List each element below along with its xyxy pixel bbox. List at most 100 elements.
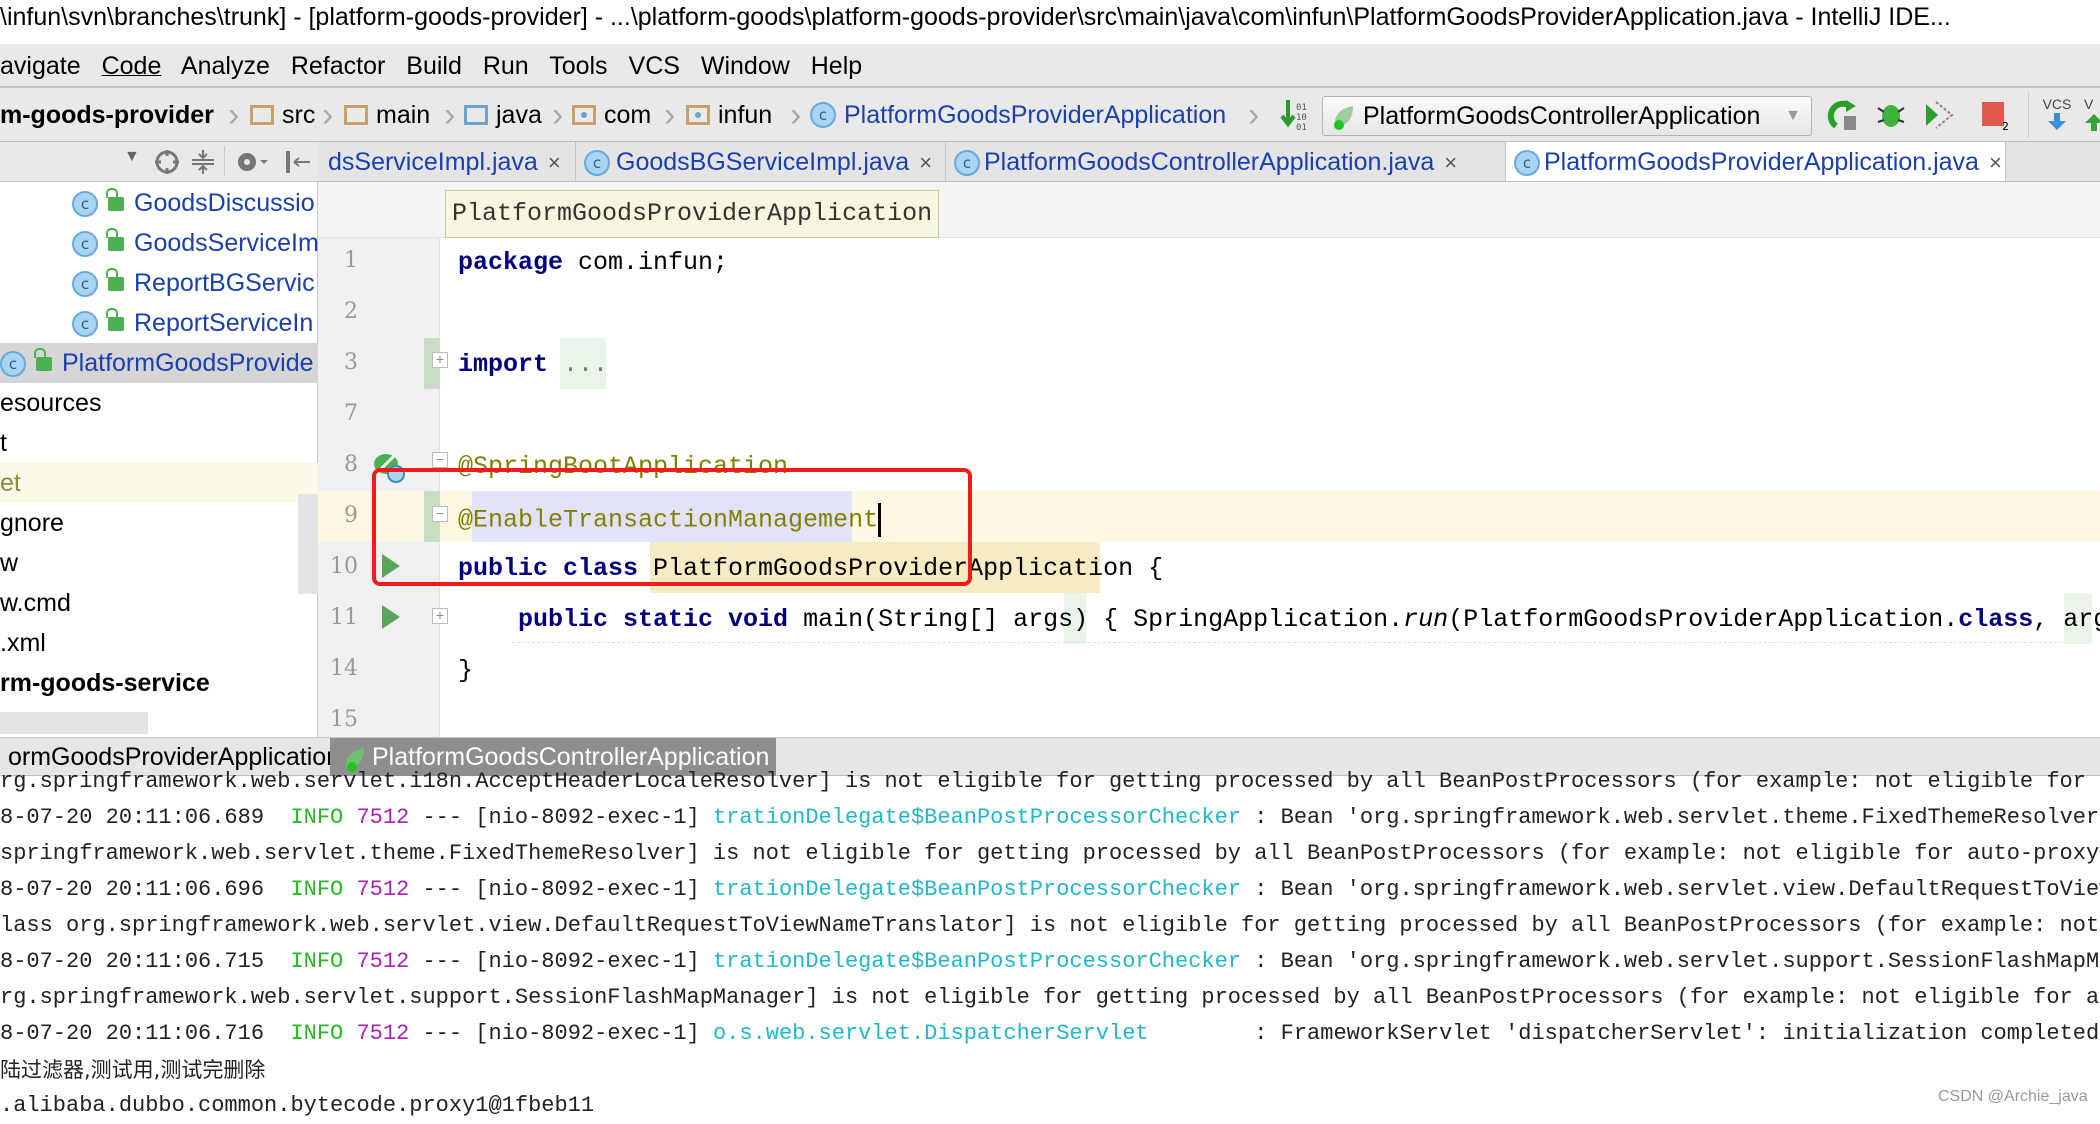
tree-item-goods-discussion[interactable]: c GoodsDiscussio [0,183,318,223]
sidebar-horizontal-scrollbar[interactable] [0,712,148,734]
tree-item-report-bg-service[interactable]: c ReportBGServic [0,263,318,303]
log-logger[interactable]: trationDelegate$BeanPostProcessorChecker [713,877,1241,902]
stop-icon[interactable]: 2 [1978,98,2012,133]
collapse-fold-end-icon[interactable]: − [432,506,448,522]
breadcrumb-com[interactable]: com [572,88,651,142]
debug-icon[interactable] [1874,98,1908,132]
collapse-all-icon[interactable] [190,148,216,181]
class-icon: c [72,231,98,258]
breadcrumb-separator: › [790,96,802,134]
run-gutter-icon[interactable] [382,554,400,578]
close-icon[interactable]: × [1444,150,1457,175]
menu-build[interactable]: Build [406,52,462,80]
run-main-gutter-icon[interactable] [382,605,400,629]
breadcrumb-module[interactable]: m-goods-provider [0,88,214,142]
tree-item-pom-xml[interactable]: .xml [0,623,318,663]
folded-imports[interactable]: ... [548,350,608,379]
run-configuration-label: PlatformGoodsControllerApplication [1363,102,1761,130]
sort-binary-icon[interactable]: 01 10 01 [1280,96,1310,134]
code-token: , args); } [2033,605,2100,634]
log-level: INFO [290,877,344,902]
view-dropdown-icon[interactable]: ▼ [124,148,140,166]
line-number: 9 [344,503,358,528]
spring-bean-gutter-icon[interactable] [372,450,406,484]
breadcrumb-class[interactable]: c PlatformGoodsProviderApplication [810,88,1226,142]
svg-text:01: 01 [1296,103,1307,113]
menu-navigate[interactable]: avigate [0,52,81,80]
sidebar-scrollbar[interactable] [298,494,318,594]
line-number: 2 [344,299,358,324]
expand-fold-icon[interactable]: + [432,608,448,624]
tab-platform-goods-provider-application[interactable]: c PlatformGoodsProviderApplication.java × [1506,142,2006,181]
tree-item-gitignore[interactable]: gnore [0,503,318,543]
menu-analyze[interactable]: Analyze [181,52,270,80]
close-icon[interactable]: × [548,150,561,175]
unlock-icon [34,348,52,372]
breadcrumb-separator: › [228,96,240,134]
console-text: springframework.web.servlet.theme.FixedT… [0,841,2100,866]
tree-item-file-highlighted[interactable]: et [0,463,318,503]
tree-item-file[interactable]: t [0,423,318,463]
tree-item-label: rm-goods-service [0,669,210,697]
breadcrumb-src[interactable]: src [250,88,315,142]
close-icon[interactable]: × [1989,150,2002,175]
breadcrumb-infun[interactable]: infun [686,88,772,142]
tab-platform-goods-controller-application[interactable]: c PlatformGoodsControllerApplication.java… [946,142,1506,181]
line-number: 10 [330,554,358,579]
tree-item-platform-goods-provider-application[interactable]: c PlatformGoodsProvide [0,343,318,383]
run-with-coverage-icon[interactable] [1922,98,1956,132]
hide-panel-icon[interactable] [284,148,314,181]
tab-goods-bg-service-impl[interactable]: c GoodsBGServiceImpl.java × [576,142,946,181]
menu-help[interactable]: Help [811,52,862,80]
tree-item-mvnw[interactable]: w [0,543,318,583]
log-logger[interactable]: trationDelegate$BeanPostProcessorChecker [713,949,1241,974]
rerun-icon[interactable] [1826,98,1860,132]
code-token: main(String[] args) { SpringApplication. [788,605,1404,634]
breadcrumb-src-label: src [282,101,316,129]
vcs-update-button[interactable]: VCS [2040,96,2074,136]
breadcrumb-main[interactable]: main [344,88,430,142]
tab-goods-service-impl[interactable]: dsServiceImpl.java × [318,142,576,181]
scroll-from-source-icon[interactable] [153,148,181,181]
log-pid: 7512 [356,1021,410,1046]
tree-item-label: PlatformGoodsProvide [62,349,314,377]
tree-item-label: ReportBGServic [134,269,315,297]
tree-item-resources[interactable]: esources [0,383,318,423]
log-pid: 7512 [356,949,410,974]
breadcrumb-java[interactable]: java [464,88,542,142]
tree-item-mvnw-cmd[interactable]: w.cmd [0,583,318,623]
gear-icon[interactable] [234,148,270,181]
svg-text:10: 10 [1296,113,1307,123]
log-thread: --- [nio-8092-exec-1] [409,877,713,902]
vcs-commit-button[interactable]: V [2084,96,2100,136]
spring-boot-class-icon: c [810,102,836,128]
log-logger[interactable]: o.s.web.servlet.DispatcherServlet [713,1021,1241,1046]
tree-item-content: c ReportServiceIn [72,303,313,343]
code-token-keyword: import [458,350,549,379]
menu-code[interactable]: Code [102,52,162,80]
tree-item-label: gnore [0,509,64,537]
menu-refactor[interactable]: Refactor [291,52,385,80]
class-icon: c [72,271,98,298]
tree-item-goods-service-impl[interactable]: c GoodsServiceIm [0,223,318,263]
console-line: springframework.web.servlet.theme.FixedT… [0,836,2100,872]
menu-tools[interactable]: Tools [549,52,607,80]
run-configuration-select[interactable]: PlatformGoodsControllerApplication ▼ [1322,96,1812,136]
log-logger[interactable]: trationDelegate$BeanPostProcessorChecker [713,805,1241,830]
tree-item-module-service[interactable]: rm-goods-service [0,663,318,703]
editor-breadcrumb-tooltip[interactable]: PlatformGoodsProviderApplication [445,190,940,238]
package-icon [572,105,596,125]
code-line-10: public class PlatformGoodsProviderApplic… [458,554,1163,583]
collapse-fold-icon[interactable]: − [432,452,448,468]
console-line: 8-07-20 20:11:06.716 INFO 7512 --- [nio-… [0,1016,2100,1052]
code-token: { [1133,554,1164,583]
menu-window[interactable]: Window [701,52,790,80]
code-token-keyword: class [1958,605,2034,634]
close-icon[interactable]: × [919,150,932,175]
menu-run[interactable]: Run [483,52,529,80]
menu-vcs[interactable]: VCS [629,52,680,80]
unlock-icon [106,188,124,212]
expand-fold-icon[interactable]: + [432,352,448,368]
toolbar-divider [2028,92,2029,138]
tree-item-report-service-impl[interactable]: c ReportServiceIn [0,303,318,343]
